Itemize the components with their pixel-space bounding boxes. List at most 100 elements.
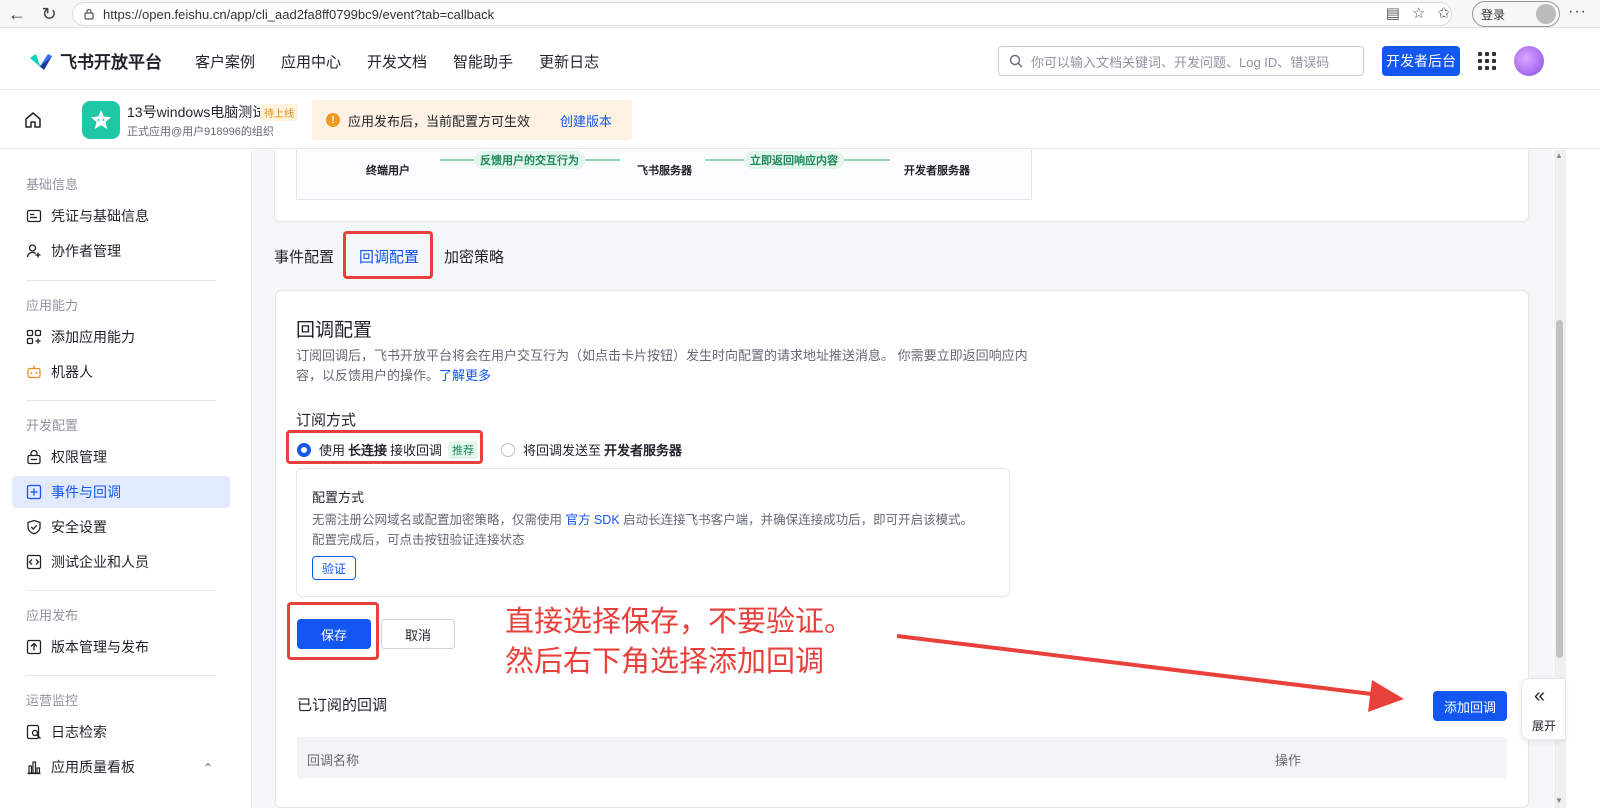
app-logo-icon — [82, 101, 120, 139]
learn-more-link[interactable]: 了解更多 — [439, 368, 491, 383]
tab-encryption[interactable]: 加密策略 — [444, 246, 504, 267]
reload-icon[interactable]: ↻ — [36, 1, 62, 27]
status-badge: 待上线 — [260, 104, 298, 121]
sidebar-section-capabilities: 应用能力 — [26, 298, 79, 313]
app-name: 13号windows电脑测试 — [127, 104, 267, 120]
browser-actions: ▤ ☆ ✩ — [1386, 4, 1450, 22]
home-icon[interactable] — [24, 111, 42, 129]
sidebar-item-label: 测试企业和人员 — [51, 554, 149, 570]
app-header: 13号windows电脑测试 待上线 正式应用@用户918996的组织 ! 应用… — [0, 91, 1600, 149]
sidebar-item-robot[interactable]: 机器人 — [12, 356, 230, 388]
annotation-line-1: 直接选择保存，不要验证。 — [505, 606, 854, 638]
annotation-line-2: 然后右下角选择添加回调 — [505, 646, 825, 678]
callbacks-table-header: 回调名称 操作 — [297, 737, 1507, 778]
nav-link-changelog[interactable]: 更新日志 — [539, 51, 599, 72]
scroll-up-icon[interactable]: ▲ — [1555, 151, 1563, 160]
sidebar-item-label: 安全设置 — [51, 519, 107, 535]
sidebar-section-dev-config: 开发配置 — [26, 418, 79, 433]
official-sdk-link[interactable]: 官方 SDK — [565, 513, 619, 527]
create-version-link[interactable]: 创建版本 — [560, 111, 612, 130]
nav-link-cases[interactable]: 客户案例 — [195, 51, 255, 72]
notice-text: 应用发布后，当前配置方可生效 — [348, 113, 531, 129]
scroll-down-icon[interactable]: ▼ — [1555, 796, 1563, 805]
add-callback-button[interactable]: 添加回调 — [1433, 691, 1507, 721]
robot-icon — [27, 365, 41, 379]
nav-link-docs[interactable]: 开发文档 — [367, 51, 427, 72]
sidebar-item-events-callbacks[interactable]: 事件与回调 — [12, 476, 230, 508]
description-text: 订阅回调后，飞书开放平台将会在用户交互行为（如点击卡片按钮）发生时向配置的请求地… — [296, 348, 1028, 383]
tab-event-config[interactable]: 事件配置 — [274, 246, 334, 267]
sidebar-section-monitoring: 运营监控 — [26, 693, 79, 708]
method-text-1: 无需注册公网域名或配置加密策略，仅需使用 — [312, 513, 566, 527]
warning-icon: ! — [326, 113, 340, 127]
sidebar-item-test-org[interactable]: 测试企业和人员 — [12, 546, 230, 578]
event-icon — [26, 484, 42, 500]
sidebar-item-collaborators[interactable]: 协作者管理 — [12, 235, 230, 267]
subscription-method-label: 订阅方式 — [296, 412, 357, 429]
sidebar-item-versions[interactable]: 版本管理与发布 — [12, 631, 230, 663]
apps-grid-icon[interactable] — [1478, 52, 1496, 70]
nav-links: 客户案例 应用中心 开发文档 智能助手 更新日志 — [195, 51, 599, 72]
code-icon — [26, 554, 42, 570]
user-add-icon — [26, 244, 41, 258]
sidebar-item-log-search[interactable]: 日志检索 — [12, 716, 230, 748]
sidebar-item-label: 日志检索 — [51, 724, 107, 740]
scrollbar-thumb[interactable] — [1556, 320, 1563, 658]
subscribed-callbacks-title: 已订阅的回调 — [297, 697, 388, 714]
feishu-logo[interactable]: 飞书开放平台 — [28, 48, 162, 73]
developer-console-button[interactable]: 开发者后台 — [1382, 46, 1460, 76]
upload-icon — [26, 639, 42, 655]
reader-icon[interactable]: ▤ — [1386, 4, 1400, 22]
diagram-arrow-feedback: 反馈用户的交互行为 — [474, 151, 585, 169]
user-avatar[interactable] — [1514, 46, 1544, 76]
log-search-icon — [26, 724, 41, 740]
profile-login-button[interactable]: 登录 — [1472, 1, 1560, 27]
sidebar-divider — [26, 675, 216, 676]
credential-icon — [26, 209, 42, 223]
site-info-icon[interactable] — [83, 8, 95, 20]
favorite-star-icon[interactable]: ☆ — [1412, 4, 1425, 22]
diagram-node-feishu-server: 飞书服务器 — [637, 165, 692, 177]
annotation-highlight-radio — [286, 430, 483, 464]
option-prefix: 将回调发送至 — [523, 443, 602, 458]
nav-link-app-center[interactable]: 应用中心 — [281, 51, 341, 72]
verify-button[interactable]: 验证 — [312, 556, 356, 580]
favorites-list-icon[interactable]: ✩ — [1437, 4, 1450, 22]
radio-developer-server[interactable]: 将回调发送至 开发者服务器 — [501, 440, 682, 459]
back-icon[interactable]: ← — [4, 1, 30, 27]
sidebar-item-credentials[interactable]: 凭证与基础信息 — [12, 200, 230, 232]
diagram-node-dev-server: 开发者服务器 — [904, 165, 970, 177]
sidebar-item-label: 添加应用能力 — [51, 329, 135, 345]
search-input[interactable]: 你可以输入文档关键词、开发问题、Log ID、错误码 — [998, 46, 1364, 76]
feishu-logo-icon — [30, 53, 52, 70]
sidebar-divider — [26, 400, 216, 401]
address-bar[interactable]: https://open.feishu.cn/app/cli_aad2fa8ff… — [72, 2, 1452, 26]
sidebar-item-permissions[interactable]: 权限管理 — [12, 441, 230, 473]
nav-link-assistant[interactable]: 智能助手 — [453, 51, 513, 72]
expand-panel-button[interactable]: « 展开 — [1521, 678, 1565, 740]
sidebar-item-add-capability[interactable]: 添加应用能力 — [12, 321, 230, 353]
browser-more-icon[interactable]: ··· — [1568, 3, 1587, 21]
sidebar-item-label: 凭证与基础信息 — [51, 208, 149, 224]
sidebar-item-label: 版本管理与发布 — [51, 639, 149, 655]
sidebar-item-security[interactable]: 安全设置 — [12, 511, 230, 543]
url-text: https://open.feishu.cn/app/cli_aad2fa8ff… — [103, 6, 495, 22]
radio-unselected-icon[interactable] — [501, 442, 515, 457]
method-text-3: 配置完成后，可点击按钮验证连接状态 — [312, 533, 525, 547]
section-description: 订阅回调后，飞书开放平台将会在用户交互行为（如点击卡片按钮）发生时向配置的请求地… — [296, 346, 1031, 386]
section-title: 回调配置 — [296, 320, 373, 341]
sidebar-divider — [26, 280, 216, 281]
cancel-button[interactable]: 取消 — [381, 619, 455, 649]
expand-label: 展开 — [1532, 719, 1557, 733]
sidebar-item-label: 应用质量看板 — [51, 759, 135, 775]
chevron-up-icon[interactable]: ⌃ — [203, 761, 213, 775]
option-bold: 开发者服务器 — [604, 443, 683, 458]
config-method-text: 无需注册公网域名或配置加密策略，仅需使用 官方 SDK 启动长连接飞书客户端，并… — [312, 510, 1002, 550]
config-method-title: 配置方式 — [312, 490, 365, 505]
diagram-arrow-return: 立即返回响应内容 — [744, 151, 844, 169]
search-placeholder: 你可以输入文档关键词、开发问题、Log ID、错误码 — [1031, 54, 1330, 70]
sidebar-item-label: 协作者管理 — [51, 243, 121, 259]
sidebar-item-quality-dashboard[interactable]: 应用质量看板 — [12, 751, 230, 783]
sidebar-divider — [26, 590, 216, 591]
login-label: 登录 — [1481, 7, 1506, 22]
